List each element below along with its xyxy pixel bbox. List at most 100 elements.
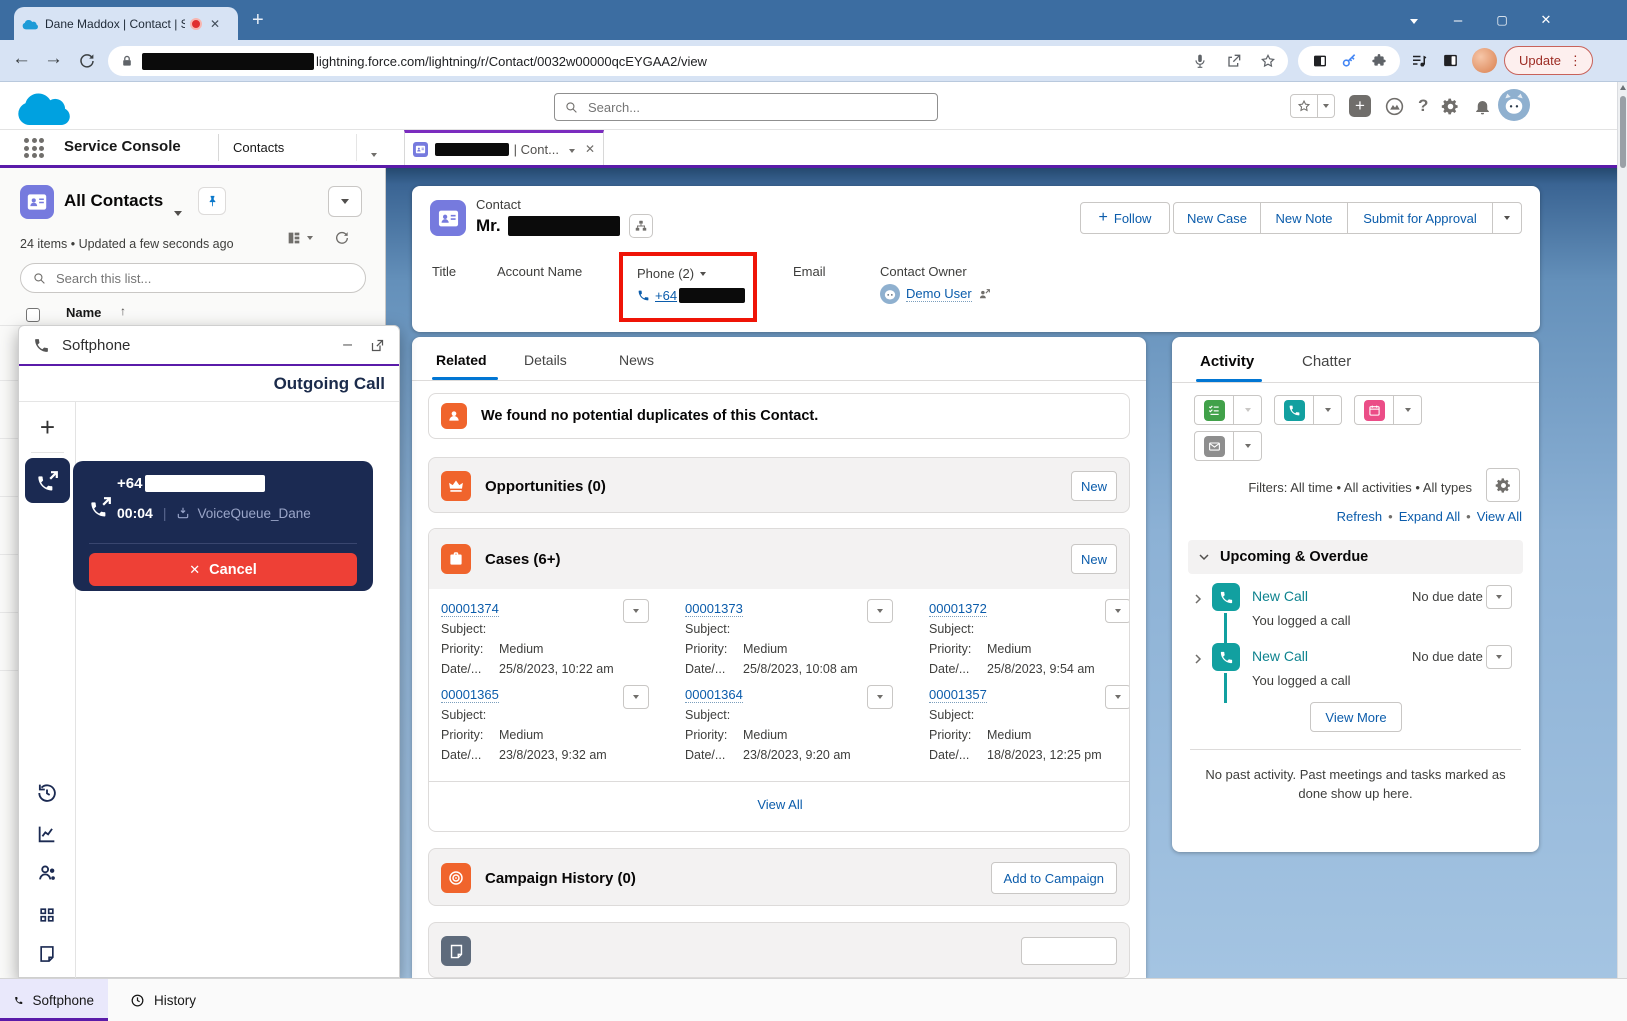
call-history-icon[interactable] xyxy=(36,782,58,804)
new-case-button[interactable]: New Case xyxy=(1173,202,1261,234)
nav-contacts-caret[interactable] xyxy=(371,144,377,162)
guidance-center-icon[interactable] xyxy=(1384,96,1405,117)
call-caret[interactable] xyxy=(1314,395,1342,425)
global-actions-button[interactable]: + xyxy=(1349,95,1371,117)
campaign-title[interactable]: Campaign History (0) xyxy=(485,870,636,887)
password-key-icon[interactable] xyxy=(1341,53,1357,69)
refresh-link[interactable]: Refresh xyxy=(1337,509,1383,524)
share-icon[interactable] xyxy=(1226,53,1242,69)
reload-button[interactable] xyxy=(78,52,96,70)
new-note-button[interactable]: New Note xyxy=(1260,202,1348,234)
browser-profile-avatar[interactable] xyxy=(1472,48,1497,73)
case-number-link[interactable]: 00001373 xyxy=(685,601,743,617)
cancel-call-button[interactable]: ✕ Cancel xyxy=(89,553,357,586)
event-caret[interactable] xyxy=(1394,395,1422,425)
name-column-header[interactable]: Name xyxy=(66,305,101,320)
opportunities-title[interactable]: Opportunities (0) xyxy=(485,478,606,495)
case-row-actions[interactable] xyxy=(623,685,649,709)
timeline-title-link[interactable]: New Call xyxy=(1252,648,1308,664)
timeline-actions-caret[interactable] xyxy=(1486,585,1512,609)
extension-icon[interactable] xyxy=(1312,53,1328,69)
active-call-tab[interactable] xyxy=(25,458,70,503)
browser-menu-kebab-icon[interactable]: ⋮ xyxy=(1569,53,1582,69)
pin-list-button[interactable] xyxy=(198,187,226,215)
stats-chart-icon[interactable] xyxy=(36,823,58,845)
expand-chevron-icon[interactable] xyxy=(1192,593,1204,605)
favorites-button[interactable] xyxy=(1290,94,1335,118)
view-more-button[interactable]: View More xyxy=(1310,702,1402,732)
case-row-actions[interactable] xyxy=(867,685,893,709)
user-avatar[interactable] xyxy=(1498,89,1530,121)
expand-chevron-icon[interactable] xyxy=(1192,653,1204,665)
follow-button[interactable]: +Follow xyxy=(1080,202,1170,234)
contacts-directory-icon[interactable] xyxy=(36,862,58,884)
browser-update-button[interactable]: Update ⋮ xyxy=(1504,46,1593,75)
tab-news[interactable]: News xyxy=(619,352,654,368)
activity-filters[interactable]: Filters: All time • All activities • All… xyxy=(1172,480,1472,495)
media-controls-icon[interactable] xyxy=(1410,52,1428,70)
case-number-link[interactable]: 00001357 xyxy=(929,687,987,703)
hierarchy-button[interactable] xyxy=(629,214,653,238)
email-caret[interactable] xyxy=(1234,431,1262,461)
next-section-button-partial[interactable] xyxy=(1021,937,1117,965)
workspace-tab-close-icon[interactable]: ✕ xyxy=(585,142,595,156)
change-owner-icon[interactable] xyxy=(978,288,991,301)
notes-icon[interactable] xyxy=(37,944,57,964)
upcoming-overdue-header[interactable]: Upcoming & Overdue xyxy=(1188,540,1523,574)
utility-history[interactable]: History xyxy=(116,979,210,1021)
timeline-title-link[interactable]: New Call xyxy=(1252,588,1308,604)
owner-link[interactable]: Demo User xyxy=(906,286,972,302)
case-row-actions[interactable] xyxy=(623,599,649,623)
help-icon[interactable]: ? xyxy=(1418,96,1428,116)
new-task-button[interactable] xyxy=(1194,395,1234,425)
app-launcher-waffle-icon[interactable] xyxy=(24,138,44,158)
tab-related[interactable]: Related xyxy=(436,352,487,368)
submit-approval-button[interactable]: Submit for Approval xyxy=(1347,202,1493,234)
case-number-link[interactable]: 00001372 xyxy=(929,601,987,617)
cases-view-all-link[interactable]: View All xyxy=(429,797,1130,812)
window-maximize-button[interactable]: ▢ xyxy=(1480,13,1524,27)
side-panel-icon[interactable] xyxy=(1442,52,1459,69)
case-row-actions[interactable] xyxy=(867,599,893,623)
list-refresh-icon[interactable] xyxy=(334,230,350,246)
list-search-input[interactable] xyxy=(54,270,353,287)
utility-softphone[interactable]: Softphone xyxy=(0,979,108,1021)
tab-chatter[interactable]: Chatter xyxy=(1302,353,1351,370)
global-search-input[interactable] xyxy=(586,99,927,116)
log-call-button[interactable] xyxy=(1274,395,1314,425)
timeline-actions-caret[interactable] xyxy=(1486,645,1512,669)
cases-title[interactable]: Cases (6+) xyxy=(485,551,560,568)
workspace-tab-caret[interactable] xyxy=(569,140,575,158)
nav-tab-contacts[interactable]: Contacts xyxy=(233,140,284,155)
favorites-caret[interactable] xyxy=(1317,95,1334,117)
expand-all-link[interactable]: Expand All xyxy=(1399,509,1460,524)
list-title[interactable]: All Contacts xyxy=(64,191,163,211)
tab-close-icon[interactable]: ✕ xyxy=(210,17,220,31)
cases-new-button[interactable]: New xyxy=(1071,544,1117,574)
softphone-popout-icon[interactable] xyxy=(370,338,385,353)
scrollbar[interactable] xyxy=(1617,82,1627,978)
case-number-link[interactable]: 00001374 xyxy=(441,601,499,617)
tab-activity[interactable]: Activity xyxy=(1200,353,1254,370)
softphone-minimize-button[interactable]: – xyxy=(343,336,352,354)
task-caret[interactable] xyxy=(1234,395,1262,425)
window-close-button[interactable]: ✕ xyxy=(1524,12,1568,28)
global-search[interactable] xyxy=(554,93,938,121)
apps-grid-icon[interactable] xyxy=(37,905,57,925)
activity-filter-gear-button[interactable] xyxy=(1486,468,1520,502)
email-button[interactable] xyxy=(1194,431,1234,461)
puzzle-extensions-icon[interactable] xyxy=(1371,53,1387,69)
case-number-link[interactable]: 00001364 xyxy=(685,687,743,703)
more-actions-caret[interactable] xyxy=(1492,202,1522,234)
view-all-link[interactable]: View All xyxy=(1477,509,1522,524)
list-actions-button[interactable] xyxy=(328,186,362,217)
display-as-button[interactable] xyxy=(286,230,313,246)
back-button[interactable]: ← xyxy=(12,48,31,70)
url-field[interactable]: lightning.force.com/lightning/r/Contact/… xyxy=(108,46,1288,76)
case-row-actions[interactable] xyxy=(1105,599,1130,623)
window-minimize-button[interactable]: – xyxy=(1436,12,1480,29)
mic-icon[interactable] xyxy=(1192,53,1208,69)
setup-gear-icon[interactable] xyxy=(1441,97,1460,116)
list-title-caret[interactable] xyxy=(174,203,182,221)
scrollbar-up-arrow[interactable] xyxy=(1620,85,1626,90)
